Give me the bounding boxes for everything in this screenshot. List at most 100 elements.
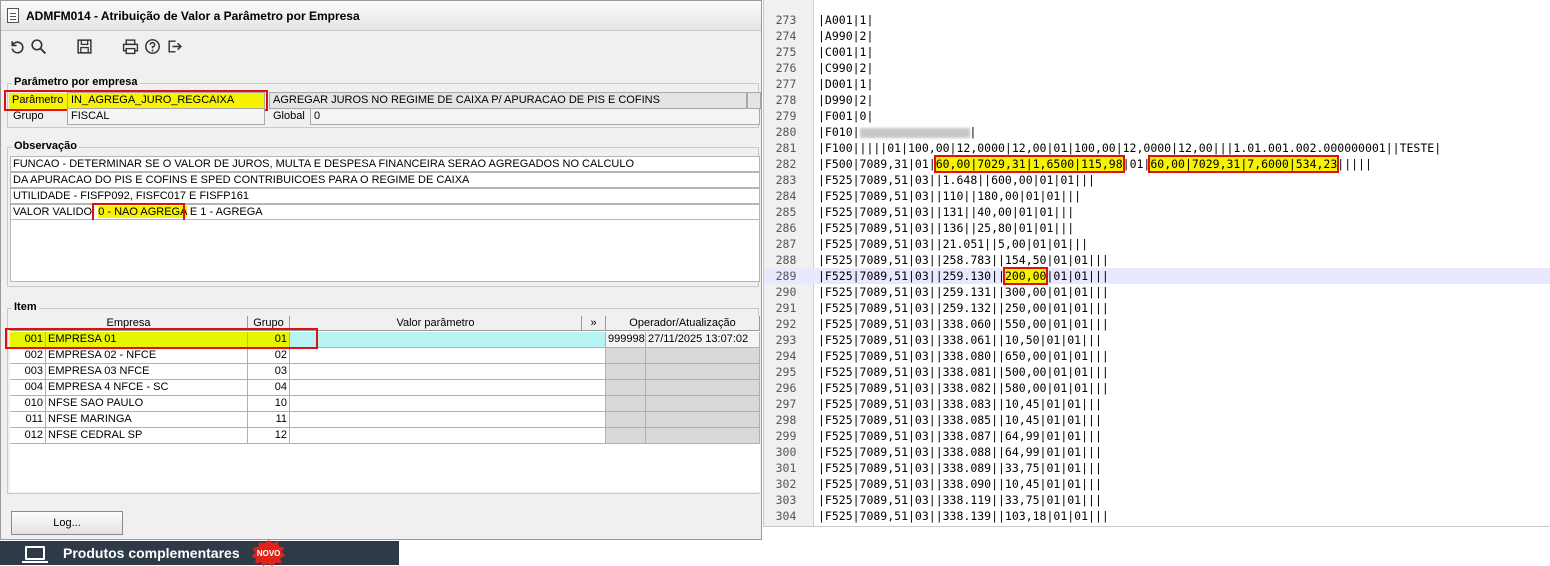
line-text-part: |F525|7089,51|03||338.139||103,18|01|01|… — [818, 509, 1109, 523]
editor-line[interactable]: 292 |F525|7089,51|03||338.060||550,00|01|… — [764, 316, 1550, 332]
parametro-code-field[interactable]: IN_AGREGA_JURO_REGCAIXA — [67, 92, 265, 109]
line-number: 295 — [775, 365, 797, 379]
editor-line[interactable]: 279 |F001|0| — [764, 108, 1550, 124]
editor-line[interactable]: 300 |F525|7089,51|03||338.088||64,99|01|0… — [764, 444, 1550, 460]
cell-empresa-code: 003 — [10, 364, 46, 380]
editor-line[interactable]: 278 |D990|2| — [764, 92, 1550, 108]
text-editor[interactable]: 273 |A001|1| 274 |A990|2| 275 |C001|1| 276 |C99… — [763, 0, 1550, 527]
save-icon[interactable] — [73, 35, 95, 57]
editor-line[interactable]: 284 |F525|7089,51|03||110||180,00|01|01||… — [764, 188, 1550, 204]
line-number: 297 — [775, 397, 797, 411]
editor-line[interactable]: 294 |F525|7089,51|03||338.080||650,00|01|… — [764, 348, 1550, 364]
search-icon[interactable] — [27, 35, 49, 57]
cell-operador: 999998 — [606, 332, 646, 348]
editor-line[interactable]: 301 |F525|7089,51|03||338.089||33,75|01|0… — [764, 460, 1550, 476]
parametro-lookup-button[interactable] — [747, 92, 761, 109]
cell-valor-parametro — [290, 348, 606, 364]
editor-line[interactable]: 281 |F100|||||01|100,00|12,0000|12,00|01|… — [764, 140, 1550, 156]
editor-line[interactable]: 288 |F525|7089,51|03||258.783||154,50|01|… — [764, 252, 1550, 268]
line-text: |F525|7089,51|03||258.783||154,50|01|01|… — [818, 252, 1109, 268]
line-number: 304 — [775, 509, 797, 523]
editor-line[interactable]: 303 |F525|7089,51|03||338.119||33,75|01|0… — [764, 492, 1550, 508]
editor-line[interactable]: 291 |F525|7089,51|03||259.132||250,00|01|… — [764, 300, 1550, 316]
line-text: |F525|7089,51|03||259.131||300,00|01|01|… — [818, 284, 1109, 300]
table-row[interactable]: 001 EMPRESA 01 01 999998 27/11/2025 13:07:02 — [10, 332, 760, 348]
editor-line[interactable]: 287 |F525|7089,51|03||21.051||5,00|01|01|… — [764, 236, 1550, 252]
line-text: |F525|7089,51|03||338.119||33,75|01|01||… — [818, 492, 1102, 508]
editor-line[interactable]: 274 |A990|2| — [764, 28, 1550, 44]
editor-line[interactable]: 289 |F525|7089,51|03||259.130||200,00|01|… — [764, 267, 1550, 285]
table-row[interactable]: 002 EMPRESA 02 - NFCE 02 — [10, 348, 760, 364]
line-text-part: |F525|7089,51|03||338.060||550,00|01|01|… — [818, 317, 1109, 331]
line-text-part: |F525|7089,51|03||338.089||33,75|01|01||… — [818, 461, 1102, 475]
editor-line[interactable]: 282 |F500|7089,31|01|60,00|7029,31|1,6500… — [764, 155, 1550, 173]
header-valor-parametro[interactable]: Valor parâmetro — [290, 316, 582, 331]
line-text-part: |F525|7089,51|03||258.783||154,50|01|01|… — [818, 253, 1109, 267]
line-text-part: |F001|0| — [818, 109, 874, 123]
line-text: |F525|7089,51|03||1.648||600,00|01|01||| — [818, 172, 1095, 188]
line-text-part: |F525|7089,51|03||338.087||64,99|01|01||… — [818, 429, 1102, 443]
editor-line[interactable]: 290 |F525|7089,51|03||259.131||300,00|01|… — [764, 284, 1550, 300]
editor-line[interactable]: 293 |F525|7089,51|03||338.061||10,50|01|0… — [764, 332, 1550, 348]
promo-banner[interactable]: Produtos complementares NOVO — [0, 540, 399, 566]
cell-atualizacao — [646, 380, 760, 396]
table-row[interactable]: 012 NFSE CEDRAL SP 12 — [10, 428, 760, 444]
line-number: 284 — [775, 189, 797, 203]
editor-line[interactable]: 285 |F525|7089,51|03||131||40,00|01|01||| — [764, 204, 1550, 220]
editor-line[interactable]: 298 |F525|7089,51|03||338.085||10,45|01|0… — [764, 412, 1550, 428]
header-more-button[interactable]: » — [582, 316, 606, 331]
exit-icon[interactable] — [163, 35, 185, 57]
editor-line[interactable]: 280 |F010| | — [764, 124, 1550, 140]
line-text-part: |F525|7089,51|03||338.090||10,45|01|01||… — [818, 477, 1102, 491]
window-title: ADMFM014 - Atribuição de Valor a Parâmet… — [26, 8, 360, 23]
line-number: 287 — [775, 237, 797, 251]
editor-line[interactable]: 276 |C990|2| — [764, 60, 1550, 76]
editor-line[interactable]: 273 |A001|1| — [764, 12, 1550, 28]
editor-line[interactable]: 295 |F525|7089,51|03||338.081||500,00|01|… — [764, 364, 1550, 380]
table-row[interactable]: 011 NFSE MARINGA 11 — [10, 412, 760, 428]
line-number: 277 — [775, 77, 797, 91]
editor-line[interactable]: 275 |C001|1| — [764, 44, 1550, 60]
cell-empresa-code: 012 — [10, 428, 46, 444]
editor-line[interactable]: 297 |F525|7089,51|03||338.083||10,45|01|0… — [764, 396, 1550, 412]
editor-line[interactable]: 302 |F525|7089,51|03||338.090||10,45|01|0… — [764, 476, 1550, 492]
title-bar: ADMFM014 - Atribuição de Valor a Parâmet… — [1, 1, 761, 31]
editor-line[interactable]: 286 |F525|7089,51|03||136||25,80|01|01||| — [764, 220, 1550, 236]
table-row[interactable]: 003 EMPRESA 03 NFCE 03 — [10, 364, 760, 380]
cell-atualizacao — [646, 412, 760, 428]
document-icon — [7, 8, 19, 23]
cell-empresa-code: 001 — [10, 332, 46, 348]
highlighted-value: 200,00 — [1002, 267, 1049, 285]
print-icon[interactable] — [119, 35, 141, 57]
line-text: |F500|7089,31|01|60,00|7029,31|1,6500|11… — [818, 155, 1372, 173]
editor-line[interactable]: 277 |D001|1| — [764, 76, 1550, 92]
header-operador[interactable]: Operador/Atualização — [606, 316, 760, 331]
log-button[interactable]: Log... — [11, 511, 123, 535]
line-text: |F525|7089,51|03||21.051||5,00|01|01||| — [818, 236, 1088, 252]
valid-values-suffix: E 1 - AGREGA — [186, 206, 263, 218]
table-row[interactable]: 004 EMPRESA 4 NFCE - SC 04 — [10, 380, 760, 396]
line-text: |F525|7089,51|03||338.061||10,50|01|01||… — [818, 332, 1102, 348]
editor-line[interactable]: 283 |F525|7089,51|03||1.648||600,00|01|01… — [764, 172, 1550, 188]
line-text-part: |F525|7089,51|03||131||40,00|01|01||| — [818, 205, 1075, 219]
table-row[interactable]: 010 NFSE SAO PAULO 10 — [10, 396, 760, 412]
line-text: |F525|7089,51|03||338.139||103,18|01|01|… — [818, 508, 1109, 524]
line-number: 296 — [775, 381, 797, 395]
header-grupo[interactable]: Grupo — [248, 316, 290, 331]
obs-line-1: FUNCAO - DETERMINAR SE O VALOR DE JUROS,… — [10, 156, 760, 172]
line-number: 301 — [775, 461, 797, 475]
cell-empresa-name: EMPRESA 4 NFCE - SC — [46, 380, 248, 396]
cell-empresa-code: 010 — [10, 396, 46, 412]
header-empresa[interactable]: Empresa — [10, 316, 248, 331]
undo-icon[interactable] — [5, 35, 27, 57]
editor-line[interactable]: 299 |F525|7089,51|03||338.087||64,99|01|0… — [764, 428, 1550, 444]
help-icon[interactable] — [141, 35, 163, 57]
promo-text: Produtos complementares — [63, 545, 240, 561]
line-text: |F525|7089,51|03||338.088||64,99|01|01||… — [818, 444, 1102, 460]
editor-line[interactable]: 296 |F525|7089,51|03||338.082||580,00|01|… — [764, 380, 1550, 396]
line-text: |F525|7089,51|03||338.082||580,00|01|01|… — [818, 380, 1109, 396]
cell-grupo: 04 — [248, 380, 290, 396]
line-text-part: |C001|1| — [818, 45, 874, 59]
cell-valor-parametro — [290, 364, 606, 380]
editor-line[interactable]: 304 |F525|7089,51|03||338.139||103,18|01|… — [764, 508, 1550, 524]
